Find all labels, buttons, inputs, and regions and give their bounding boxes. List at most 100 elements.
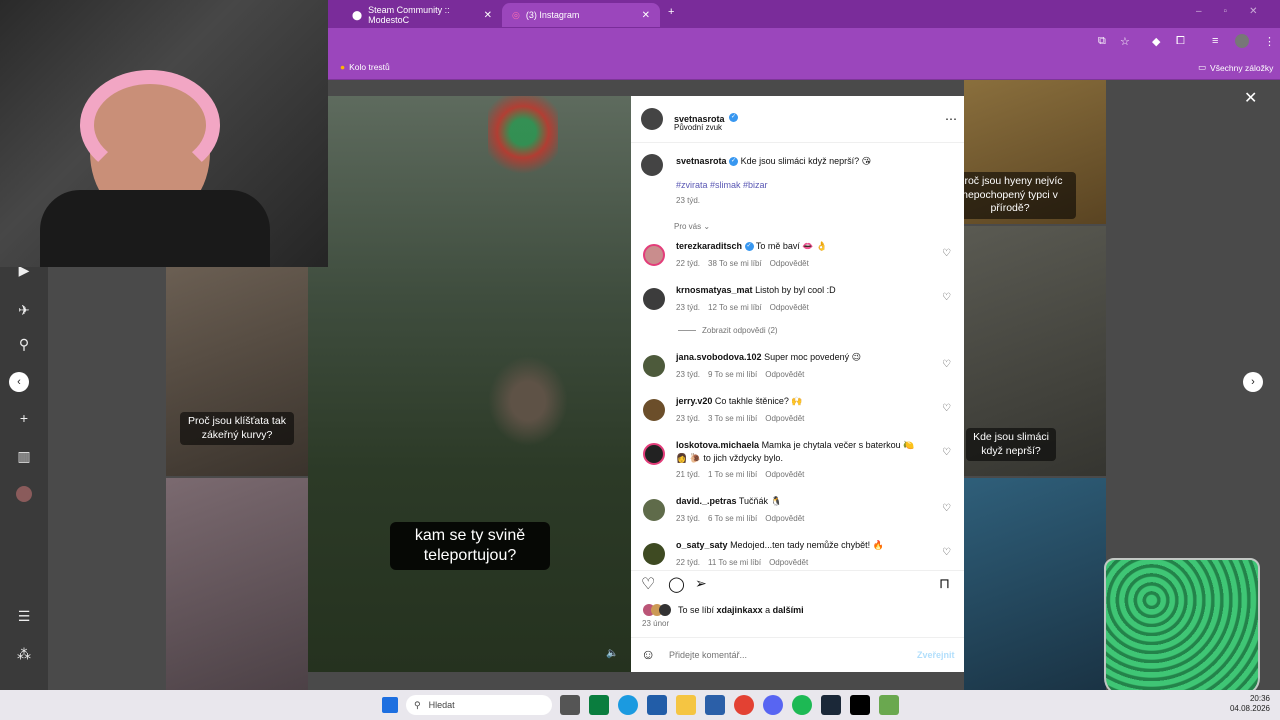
publish-button[interactable]: Zveřejnit [917, 650, 955, 660]
caption-username[interactable]: svetnasrota [676, 156, 727, 166]
windows-start-icon[interactable] [382, 697, 398, 713]
close-icon[interactable]: ✕ [484, 10, 492, 21]
commenter-username[interactable]: jana.svobodova.102 [676, 352, 762, 362]
reply-button[interactable]: Odpovědět [765, 414, 804, 423]
audio-label[interactable]: Původní zvuk [674, 123, 722, 132]
bookmark-kolo-trestu[interactable]: ● Kolo trestů [340, 62, 390, 72]
menu-icon[interactable]: ⋮ [1264, 35, 1275, 48]
install-icon[interactable]: ⧉ [1098, 35, 1106, 48]
sort-dropdown[interactable]: Pro vás ⌄ [674, 222, 710, 231]
feed-thumbnail[interactable] [166, 478, 308, 690]
reply-button[interactable]: Odpovědět [765, 514, 804, 523]
commenter-username[interactable]: o_saty_saty [676, 540, 728, 550]
commenter-avatar[interactable] [643, 399, 665, 421]
feed-thumbnail[interactable]: Proč jsou klíšťata tak zákeřný kurvy? [166, 266, 308, 476]
commenter-avatar[interactable] [643, 288, 665, 310]
commenter-avatar[interactable] [643, 355, 665, 377]
show-replies-button[interactable]: Zobrazit odpovědi (2) [678, 326, 778, 335]
close-icon[interactable]: ✕ [642, 10, 650, 21]
clock-time: 20:36 [1249, 694, 1270, 703]
extension-icon[interactable]: ◆ [1152, 35, 1160, 48]
task-view-icon[interactable] [560, 695, 580, 715]
feed-thumbnail[interactable] [964, 478, 1106, 690]
reply-button[interactable]: Odpovědět [765, 470, 804, 479]
heart-icon[interactable]: ♡ [641, 574, 655, 594]
reply-button[interactable]: Odpovědět [770, 303, 809, 312]
hashtags[interactable]: #zvirata #slimak #bizar [676, 180, 768, 190]
comment-input[interactable]: Přidejte komentář... [669, 650, 747, 660]
share-icon[interactable]: ➢ [695, 575, 707, 592]
dashboard-icon[interactable]: ▥ [14, 448, 34, 468]
bookmark-all[interactable]: ▭ Všechny záložky [1198, 62, 1273, 73]
comment-likes[interactable]: 6 To se mi líbí [708, 514, 757, 523]
window-controls[interactable]: –▫✕ [1196, 6, 1280, 17]
tab-instagram[interactable]: ◎ (3) Instagram ✕ [502, 3, 660, 27]
tab-steam[interactable]: ⬤ Steam Community :: ModestoC ✕ [342, 3, 502, 27]
comment-icon[interactable]: ◯ [668, 575, 685, 593]
steam-icon[interactable] [821, 695, 841, 715]
commenter-avatar[interactable] [643, 543, 665, 565]
puzzle-icon[interactable]: ⧠ [1176, 35, 1185, 48]
taskbar-search[interactable]: ⚲ Hledat [406, 695, 552, 715]
feed-thumbnail[interactable]: Proč jsou hyeny nejvíc nepochopený typci… [964, 80, 1106, 224]
media-icon[interactable]: ≡ [1212, 35, 1218, 47]
reply-button[interactable]: Odpovědět [769, 558, 808, 567]
comment-likes[interactable]: 38 To se mi líbí [708, 259, 762, 268]
comment-likes[interactable]: 3 To se mi líbí [708, 414, 757, 423]
commenter-avatar[interactable] [643, 244, 665, 266]
store-icon[interactable] [647, 695, 667, 715]
heart-icon[interactable]: ♡ [942, 447, 951, 458]
minecraft-icon[interactable] [879, 695, 899, 715]
commenter-username[interactable]: jerry.v20 [676, 396, 712, 406]
comment-likes[interactable]: 11 To se mi líbí [708, 558, 761, 567]
next-arrow-icon[interactable]: › [1243, 372, 1263, 392]
app-icon[interactable] [589, 695, 609, 715]
comment-likes[interactable]: 1 To se mi líbí [708, 470, 757, 479]
author-avatar[interactable] [641, 154, 663, 176]
capcut-icon[interactable] [850, 695, 870, 715]
heart-icon[interactable]: ♡ [942, 503, 951, 514]
discord-icon[interactable] [763, 695, 783, 715]
new-tab-icon[interactable]: + [668, 6, 674, 18]
heart-icon[interactable]: ♡ [942, 547, 951, 558]
commenter-avatar[interactable] [643, 499, 665, 521]
comment-likes[interactable]: 12 To se mi líbí [708, 303, 762, 312]
system-clock[interactable]: 20:36 04.08.2026 [1212, 694, 1270, 715]
more-menu-icon[interactable]: ☰ [14, 608, 34, 628]
volume-icon[interactable]: 🔈 [606, 648, 618, 659]
messages-icon[interactable]: ✈ [14, 302, 34, 322]
heart-icon[interactable]: ♡ [942, 359, 951, 370]
likes-others[interactable]: dalšími [773, 605, 804, 615]
likes-user[interactable]: xdajinkaxx [717, 605, 763, 615]
author-avatar[interactable] [641, 108, 663, 130]
profile-avatar[interactable] [16, 486, 32, 502]
bookmark-icon[interactable]: ⊓ [939, 575, 950, 592]
commenter-username[interactable]: loskotova.michaela [676, 440, 759, 450]
reel-video[interactable]: 🔈 [308, 96, 631, 672]
spotify-icon[interactable] [792, 695, 812, 715]
heart-icon[interactable]: ♡ [942, 248, 951, 259]
more-options-icon[interactable]: ⋯ [945, 112, 957, 126]
commenter-username[interactable]: terezkaraditsch [676, 241, 742, 251]
heart-icon[interactable]: ♡ [942, 292, 951, 303]
heart-icon[interactable]: ♡ [942, 403, 951, 414]
star-icon[interactable]: ☆ [1120, 35, 1130, 48]
create-icon[interactable]: + [14, 410, 34, 430]
close-icon[interactable]: ✕ [1244, 88, 1257, 108]
emoji-icon[interactable]: ☺ [641, 646, 655, 662]
search-icon[interactable]: ⚲ [14, 336, 34, 356]
reply-button[interactable]: Odpovědět [765, 370, 804, 379]
folder-icon[interactable] [676, 695, 696, 715]
commenter-username[interactable]: krnosmatyas_mat [676, 285, 753, 295]
comment-likes[interactable]: 9 To se mi líbí [708, 370, 757, 379]
mail-icon[interactable] [705, 695, 725, 715]
reply-button[interactable]: Odpovědět [770, 259, 809, 268]
commenter-username[interactable]: david._.petras [676, 496, 737, 506]
profile-avatar[interactable] [1235, 34, 1249, 48]
chrome-icon[interactable] [734, 695, 754, 715]
meta-apps-icon[interactable]: ⁂ [14, 646, 34, 666]
commenter-avatar[interactable] [643, 443, 665, 465]
prev-arrow-icon[interactable]: ‹ [9, 372, 29, 392]
feed-thumbnail[interactable]: Kde jsou slimáci když neprší? [964, 226, 1106, 476]
edge-icon[interactable] [618, 695, 638, 715]
